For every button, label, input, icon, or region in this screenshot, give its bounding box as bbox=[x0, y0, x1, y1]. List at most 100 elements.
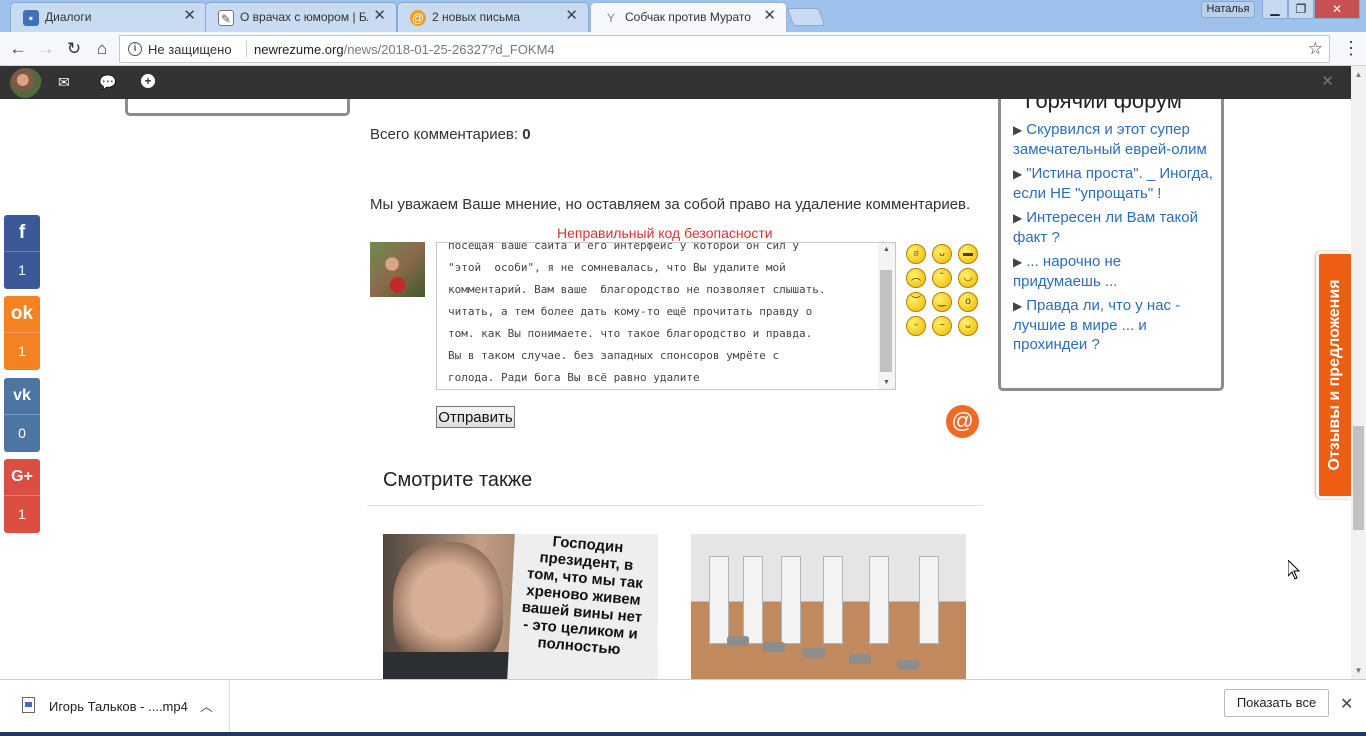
star-icon[interactable]: ☆ bbox=[1308, 39, 1323, 59]
minimize-button[interactable]: ▁ bbox=[1262, 0, 1288, 19]
address-separator bbox=[246, 41, 247, 57]
divider bbox=[367, 505, 983, 506]
textarea-scrollbar[interactable]: ▲ ▼ bbox=[878, 243, 895, 389]
scroll-thumb[interactable] bbox=[880, 270, 892, 372]
forum-list: ▶ Скурвился и этот супер замечательный ев… bbox=[1013, 120, 1213, 359]
send-button[interactable]: Отправить bbox=[436, 406, 515, 428]
confused-smiley-icon[interactable]: ~ bbox=[932, 316, 952, 336]
scroll-thumb[interactable] bbox=[1353, 426, 1364, 530]
forum-item[interactable]: ▶... нарочно не придумаешь ... bbox=[1013, 252, 1213, 291]
scroll-up-icon[interactable]: ▲ bbox=[878, 246, 895, 253]
share-count: 0 bbox=[4, 414, 40, 452]
show-all-button[interactable]: Показать все bbox=[1224, 689, 1329, 717]
happy-smiley-icon[interactable]: ◡ bbox=[958, 268, 978, 288]
info-icon[interactable]: i bbox=[128, 42, 142, 56]
sad-smiley-icon[interactable]: ︵ bbox=[906, 268, 926, 288]
chevron-up-icon[interactable]: ︿ bbox=[200, 696, 213, 715]
browser-toolbar: ← → ↻ ⌂ i Не защищено newrezume.org/news… bbox=[0, 32, 1366, 66]
envelope-icon[interactable]: ✉ bbox=[58, 73, 70, 91]
feedback-label: Отзывы и предложения bbox=[1326, 279, 1343, 471]
user-photo bbox=[370, 242, 425, 297]
forward-icon[interactable]: → bbox=[34, 37, 58, 61]
url-text[interactable]: newrezume.org/news/2018-01-25-26327?d_FO… bbox=[254, 42, 555, 57]
download-file-name[interactable]: Игорь Тальков - ....mp4 bbox=[49, 699, 188, 714]
triangle-right-icon: ▶ bbox=[1013, 123, 1023, 137]
forum-item-link[interactable]: Скурвился и этот супер замечательный евр… bbox=[1013, 121, 1207, 158]
url-path: /news/2018-01-25-26327?d_FOKM4 bbox=[343, 42, 555, 57]
smirk-smiley-icon[interactable]: ᴗ bbox=[958, 316, 978, 336]
page-scrollbar[interactable]: ▲ ▼ bbox=[1351, 66, 1366, 679]
forum-item[interactable]: ▶ "Истина проста". _ Иногда, если НЕ "упр… bbox=[1013, 164, 1213, 203]
cool-smiley-icon[interactable]: ▬ bbox=[958, 244, 978, 264]
forum-item-link[interactable]: Правда ли, что у нас - лучшие в мире ...… bbox=[1013, 297, 1180, 353]
home-icon[interactable]: ⌂ bbox=[90, 37, 114, 61]
wink-smiley-icon[interactable]: ˘ bbox=[932, 268, 952, 288]
scroll-up-icon[interactable]: ▲ bbox=[1351, 70, 1366, 79]
window-close-button[interactable]: ✕ bbox=[1314, 0, 1360, 19]
floor-toilet bbox=[849, 654, 871, 664]
scroll-down-icon[interactable]: ▼ bbox=[878, 379, 895, 386]
forum-item[interactable]: ▶ Правда ли, что у нас - лучшие в мире ..… bbox=[1013, 296, 1213, 354]
new-tab-button[interactable] bbox=[786, 8, 826, 26]
floor-toilet bbox=[897, 660, 919, 670]
comment-textarea[interactable]: посещая ваше сайта и его интерфейс у кот… bbox=[436, 242, 896, 390]
video-file-icon bbox=[22, 697, 35, 713]
odnoklassniki-icon: ok bbox=[10, 303, 34, 324]
url-host: newrezume.org bbox=[254, 42, 344, 57]
close-icon[interactable]: ✕ bbox=[763, 8, 776, 24]
chat-icon: ▪ bbox=[23, 10, 39, 26]
share-odnoklassniki[interactable]: ok 1 bbox=[4, 296, 40, 370]
angry-smiley-icon[interactable]: ಠ bbox=[906, 244, 926, 264]
mention-button[interactable]: @ bbox=[946, 405, 979, 438]
back-icon[interactable]: ← bbox=[6, 37, 30, 61]
tab-sobchak[interactable]: Y Собчак против Мурато ✕ bbox=[590, 2, 787, 32]
smile-smiley-icon[interactable]: ‿ bbox=[932, 292, 952, 312]
close-icon[interactable]: ✕ bbox=[183, 8, 196, 24]
floor-toilet bbox=[763, 642, 785, 652]
y-icon: Y bbox=[606, 11, 615, 25]
tab-mail[interactable]: @ 2 новых письма ✕ bbox=[397, 2, 589, 32]
plus-icon[interactable]: + bbox=[141, 74, 155, 88]
security-code-error: Неправильный код безопасности bbox=[557, 225, 773, 241]
facebook-icon: f bbox=[18, 222, 26, 243]
tongue-smiley-icon[interactable]: ᵕ bbox=[906, 316, 926, 336]
reload-icon[interactable]: ↻ bbox=[62, 37, 86, 61]
security-label[interactable]: Не защищено bbox=[148, 42, 232, 57]
surprised-smiley-icon[interactable]: o bbox=[958, 292, 978, 312]
comment-text[interactable]: посещая ваше сайта и его интерфейс у кот… bbox=[448, 243, 876, 389]
share-facebook[interactable]: f 1 bbox=[4, 215, 40, 289]
forum-item-link[interactable]: Интересен ли Вам такой факт ? bbox=[1013, 209, 1198, 246]
triangle-right-icon: ▶ bbox=[1013, 299, 1023, 313]
comments-icon[interactable]: 💬 bbox=[99, 73, 116, 91]
profile-button[interactable]: Наталья bbox=[1201, 1, 1255, 18]
forum-item[interactable]: ▶ Интересен ли Вам такой факт ? bbox=[1013, 208, 1213, 247]
address-bar[interactable]: i Не защищено newrezume.org/news/2018-01… bbox=[119, 35, 1330, 63]
related-article-image-2[interactable] bbox=[691, 534, 966, 679]
close-icon[interactable]: ✕ bbox=[373, 8, 386, 24]
close-icon[interactable]: ✕ bbox=[565, 8, 578, 24]
moderation-notice: Мы уважаем Ваше мнение, но оставляем за … bbox=[370, 196, 971, 213]
forum-item[interactable]: ▶ Скурвился и этот супер замечательный ев… bbox=[1013, 120, 1213, 159]
maximize-button[interactable]: ❐ bbox=[1288, 0, 1314, 19]
share-google-plus[interactable]: G+ 1 bbox=[4, 459, 40, 533]
tab-dialogs[interactable]: ▪ Диалоги ✕ bbox=[10, 2, 207, 32]
related-article-image-1[interactable]: Господин президент, в том, что мы так хр… bbox=[383, 534, 658, 679]
forum-item-link[interactable]: ... нарочно не придумаешь ... bbox=[1013, 253, 1121, 290]
tab-doctors-humor[interactable]: ✎ О врачах с юмором | Бл ✕ bbox=[205, 2, 397, 32]
menu-icon[interactable]: ⋮ bbox=[1342, 37, 1360, 61]
comments-total-count: 0 bbox=[522, 126, 531, 143]
stall-partition bbox=[823, 556, 843, 644]
laugh-smiley-icon[interactable]: ᴗ bbox=[932, 244, 952, 264]
unhappy-smiley-icon[interactable]: ︶ bbox=[906, 292, 926, 312]
comments-total: Всего комментариев: 0 bbox=[370, 126, 531, 143]
close-icon[interactable]: ✕ bbox=[1340, 694, 1353, 714]
scroll-down-icon[interactable]: ▼ bbox=[1351, 666, 1366, 675]
forum-item-link[interactable]: "Истина проста". _ Иногда, если НЕ "упро… bbox=[1013, 165, 1213, 202]
feedback-tab[interactable]: Отзывы и предложения bbox=[1316, 251, 1351, 499]
tab-title: Собчак против Мурато bbox=[625, 10, 751, 24]
download-item[interactable]: Игорь Тальков - ....mp4 ︿ bbox=[0, 680, 230, 732]
share-vkontakte[interactable]: vk 0 bbox=[4, 378, 40, 452]
tab-strip: ▪ Диалоги ✕ ✎ О врачах с юмором | Бл ✕ @… bbox=[0, 0, 1366, 32]
close-icon[interactable]: ✕ bbox=[1321, 72, 1334, 90]
avatar[interactable] bbox=[10, 68, 42, 98]
